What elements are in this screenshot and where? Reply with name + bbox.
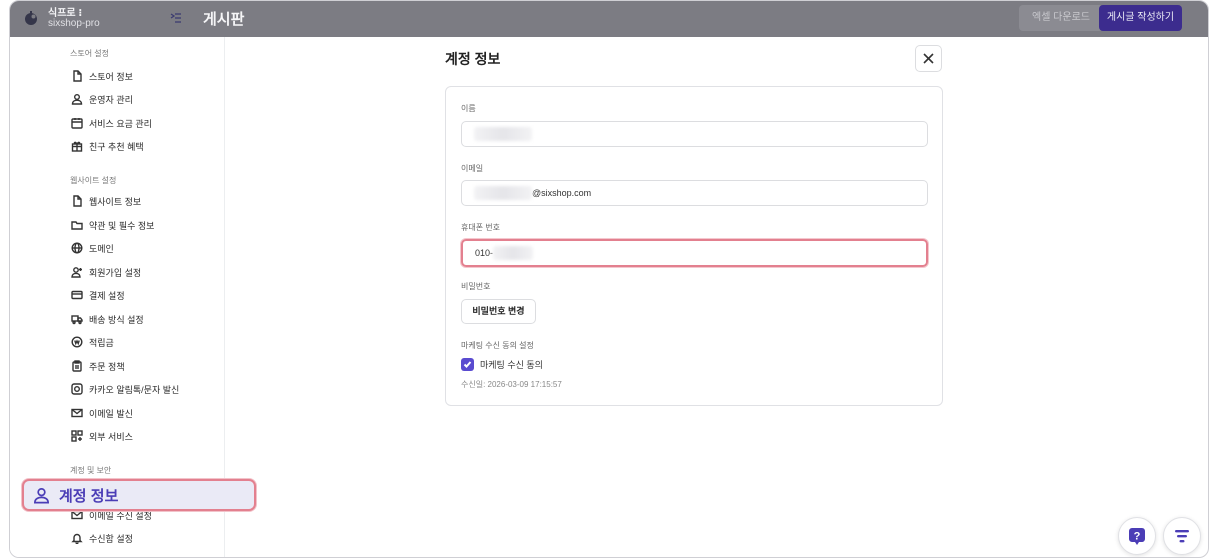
sidebar-item-shipping[interactable]: 배송 방식 설정: [70, 310, 144, 328]
consent-date: 수신일: 2026-03-09 17:15:57: [461, 380, 562, 389]
mail-icon: [70, 407, 83, 420]
card-icon: [70, 289, 83, 302]
help-icon: ?: [1129, 528, 1145, 545]
sidebar-item-label: 배송 방식 설정: [89, 314, 144, 325]
sidebar-item-label: 외부 서비스: [89, 431, 133, 442]
section-title-account: 계정 및 보안: [70, 466, 112, 475]
sidebar-item-label: 스토어 정보: [89, 71, 133, 82]
redacted-value: [474, 186, 532, 200]
change-password-button[interactable]: 비밀번호 변경: [461, 299, 536, 324]
sidebar-item-label: 이메일 발신: [89, 408, 133, 419]
email-label: 이메일: [461, 164, 484, 173]
globe-icon: [70, 242, 83, 255]
user-icon: [70, 93, 83, 106]
sidebar-item-domain[interactable]: 도메인: [70, 239, 114, 257]
sidebar-item-label: 수신함 설정: [89, 533, 133, 544]
sidebar-item-label: 웹사이트 정보: [89, 196, 142, 207]
shop-subdomain: sixshop-pro: [48, 18, 100, 29]
app-window: 식프로 ⁝ sixshop-pro 게시판 엑셀 다운로드 게시글 작성하기 스…: [9, 0, 1209, 558]
menu-lines-icon: [1175, 530, 1189, 543]
close-icon: [923, 53, 934, 64]
sidebar-collapse-icon[interactable]: [169, 11, 183, 25]
sidebar-item-label: 친구 추천 혜택: [89, 141, 144, 152]
sidebar-item-signup[interactable]: 회원가입 설정: [70, 263, 141, 281]
coin-icon: [70, 336, 83, 349]
gift-icon: [70, 140, 83, 153]
user-add-icon: [70, 266, 83, 279]
shop-logo-icon: [25, 11, 37, 25]
phone-prefix: 010-: [475, 248, 494, 258]
marketing-consent-row[interactable]: 마케팅 수신 동의: [461, 358, 543, 371]
sidebar-item-label: 카카오 알림톡/문자 발신: [89, 384, 180, 395]
shop-name[interactable]: 식프로 ⁝: [48, 4, 82, 19]
name-label: 이름: [461, 104, 476, 113]
email-domain: @sixshop.com: [532, 188, 592, 198]
sidebar-item-label: 회원가입 설정: [89, 267, 142, 278]
email-field[interactable]: @sixshop.com: [461, 180, 928, 206]
sidebar-item-payment[interactable]: 결제 설정: [70, 286, 125, 304]
marketing-label: 마케팅 수신 동의 설정: [461, 341, 534, 350]
clipboard-icon: [70, 360, 83, 373]
document-icon: [70, 70, 83, 83]
sidebar-item-external[interactable]: 외부 서비스: [70, 427, 133, 445]
sidebar-item-store-info[interactable]: 스토어 정보: [70, 67, 133, 85]
sidebar-item-points[interactable]: 적립금: [70, 333, 114, 351]
section-title-website: 웹사이트 설정: [70, 176, 117, 185]
phone-field[interactable]: 010-: [461, 239, 928, 267]
menu-fab-button[interactable]: [1163, 517, 1201, 555]
sidebar-item-label: 운영자 관리: [89, 94, 133, 105]
folder-icon: [70, 219, 83, 232]
phone-label: 휴대폰 번호: [461, 223, 501, 232]
calendar-icon: [70, 117, 83, 130]
sidebar-item-label: 약관 및 필수 정보: [89, 220, 155, 231]
section-title-store: 스토어 설정: [70, 49, 110, 58]
sidebar-item-account-info[interactable]: 계정 정보: [22, 479, 256, 511]
sidebar-item-referral[interactable]: 친구 추천 혜택: [70, 137, 144, 155]
redacted-value: [493, 246, 534, 260]
name-field[interactable]: [461, 121, 928, 147]
svg-text:?: ?: [1134, 531, 1141, 543]
sidebar-item-inbox[interactable]: 수신함 설정: [70, 529, 133, 547]
sidebar-item-label: 주문 정책: [89, 361, 125, 372]
chat-icon: [70, 383, 83, 396]
panel-title: 계정 정보: [445, 51, 501, 67]
sidebar-item-label: 계정 정보: [59, 487, 119, 505]
sidebar-item-terms[interactable]: 약관 및 필수 정보: [70, 216, 154, 234]
sidebar-item-order-policy[interactable]: 주문 정책: [70, 357, 125, 375]
password-label: 비밀번호: [461, 282, 491, 291]
sidebar-item-label: 도메인: [89, 243, 114, 254]
sidebar-item-website-info[interactable]: 웹사이트 정보: [70, 192, 141, 210]
close-button[interactable]: [915, 45, 942, 72]
excel-download-button[interactable]: 엑셀 다운로드: [1019, 5, 1103, 31]
marketing-consent-checkbox[interactable]: [461, 358, 474, 371]
marketing-consent-label: 마케팅 수신 동의: [480, 360, 543, 370]
page-title: 게시판: [203, 11, 245, 28]
sidebar-item-kakao[interactable]: 카카오 알림톡/문자 발신: [70, 380, 179, 398]
top-bar: 식프로 ⁝ sixshop-pro 게시판 엑셀 다운로드 게시글 작성하기: [10, 1, 1208, 37]
sidebar-item-label: 결제 설정: [89, 290, 125, 301]
sidebar-item-billing[interactable]: 서비스 요금 관리: [70, 114, 152, 132]
apps-icon: [70, 430, 83, 443]
bell-icon: [70, 532, 83, 545]
help-button[interactable]: ?: [1118, 517, 1156, 555]
sidebar-item-operators[interactable]: 운영자 관리: [70, 90, 133, 108]
write-post-button[interactable]: 게시글 작성하기: [1099, 5, 1182, 31]
user-icon: [33, 487, 50, 503]
sidebar-item-label: 적립금: [89, 337, 114, 348]
sidebar-item-label: 서비스 요금 관리: [89, 118, 152, 129]
account-info-card: 이름 이메일 @sixshop.com 휴대폰 번호 010- 비밀번호 비밀번…: [445, 86, 943, 406]
truck-icon: [70, 313, 83, 326]
document-icon: [70, 195, 83, 208]
redacted-value: [474, 127, 532, 141]
sidebar-item-email-send[interactable]: 이메일 발신: [70, 404, 133, 422]
check-icon: [463, 361, 472, 368]
